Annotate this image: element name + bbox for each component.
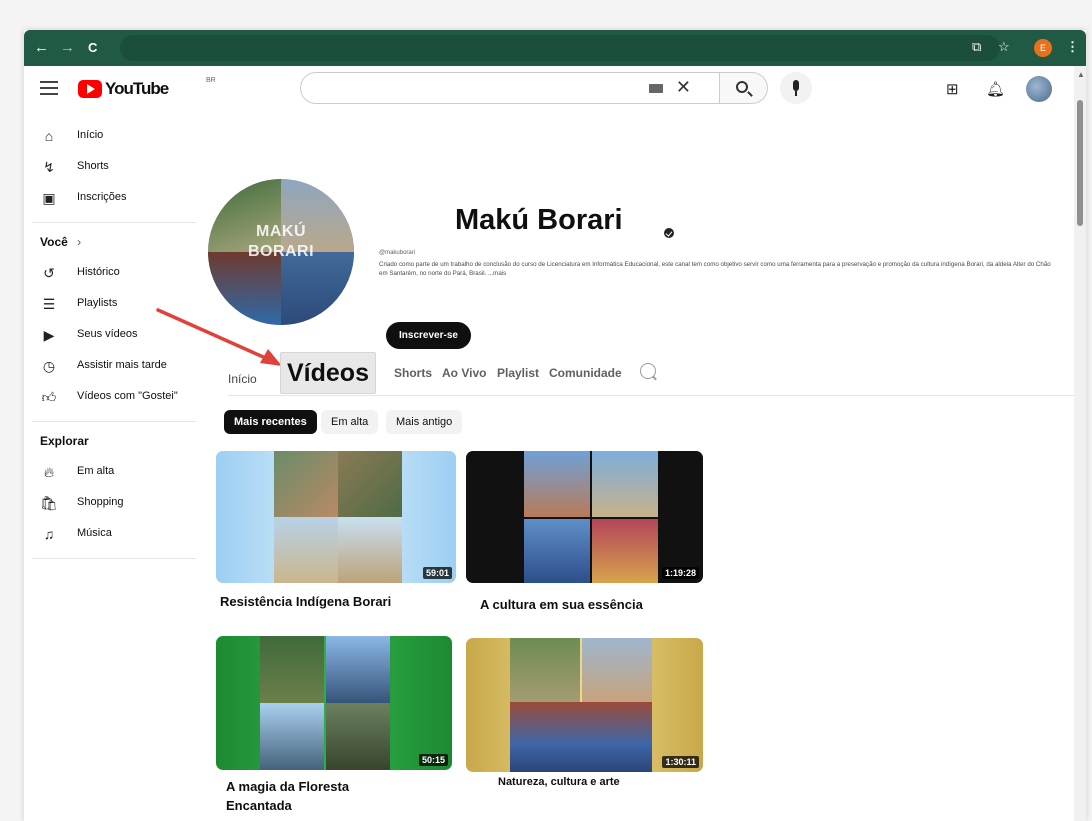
keyboard-icon[interactable] xyxy=(649,84,663,93)
your-videos-icon: ▶ xyxy=(43,327,55,343)
shopping-icon: 🛍︎ xyxy=(40,495,58,511)
sidebar-item-historico[interactable]: ↺ Histórico xyxy=(24,257,204,288)
logo-text: YouTube xyxy=(105,79,169,98)
tab-comunidade[interactable]: Comunidade xyxy=(549,366,622,380)
music-icon: ♫ xyxy=(43,526,55,542)
playlists-icon: ☰ xyxy=(42,296,56,312)
video-card[interactable]: 1:19:28 A cultura em sua essência xyxy=(466,451,703,621)
chip-mais-recentes[interactable]: Mais recentes xyxy=(224,410,317,434)
sidebar-item-label: Início xyxy=(77,129,104,141)
video-thumbnail[interactable]: 50:15 xyxy=(216,636,452,770)
sidebar-item-shopping[interactable]: 🛍︎ Shopping xyxy=(24,487,204,518)
account-avatar[interactable] xyxy=(1026,76,1052,102)
bookmark-star-icon[interactable]: ☆ xyxy=(998,39,1010,55)
sidebar-section-explorar: Explorar xyxy=(24,422,204,456)
tab-playlist[interactable]: Playlist xyxy=(497,366,539,380)
youtube-header: YouTube BR ✕ ⊞ 🔔︎ xyxy=(24,66,1074,114)
search-button[interactable] xyxy=(720,72,768,104)
sidebar-item-label: Vídeos com "Gostei" xyxy=(77,390,178,402)
sidebar-item-label: Shopping xyxy=(77,496,124,508)
sidebar-item-label: Playlists xyxy=(77,297,118,309)
avatar-logo-text: BORARI xyxy=(247,243,315,260)
avatar-logo-text: MAKÚ xyxy=(256,223,306,240)
sidebar-item-label: Inscrições xyxy=(77,191,127,203)
sidebar-item-shorts[interactable]: ↯ Shorts xyxy=(24,151,204,182)
reload-icon[interactable]: C xyxy=(88,39,97,57)
search-input[interactable] xyxy=(315,79,635,97)
video-duration: 1:30:11 xyxy=(662,756,699,768)
sidebar-section-voce[interactable]: Você › xyxy=(24,223,204,257)
tab-videos[interactable]: Vídeos xyxy=(280,352,376,394)
video-duration: 50:15 xyxy=(418,754,448,766)
notifications-icon[interactable]: 🔔︎ xyxy=(986,80,1005,98)
video-duration: 1:19:28 xyxy=(661,567,699,579)
video-title[interactable]: A cultura em sua essência xyxy=(480,597,705,612)
home-icon: ⌂ xyxy=(44,128,54,144)
history-icon: ↺ xyxy=(43,265,55,281)
video-thumbnail[interactable]: 59:01 xyxy=(216,451,456,583)
tab-shorts[interactable]: Shorts xyxy=(394,366,432,380)
browser-toolbar: ← → C ⧉ ☆ E ⋮ xyxy=(24,30,1086,66)
sidebar-item-label: Seus vídeos xyxy=(77,328,138,340)
sidebar-item-inicio[interactable]: ⌂ Início xyxy=(24,120,204,151)
shorts-icon: ↯ xyxy=(43,159,55,175)
browser-profile-icon[interactable]: E xyxy=(1034,39,1052,57)
page-scrollbar[interactable]: ▲ xyxy=(1074,66,1086,821)
sidebar-item-musica[interactable]: ♫ Música xyxy=(24,518,204,549)
subscriptions-icon: ▣ xyxy=(42,190,56,206)
watch-later-icon: ◷ xyxy=(42,358,56,374)
search-box[interactable]: ✕ xyxy=(300,72,720,104)
video-thumbnail[interactable]: 1:30:11 xyxy=(466,638,703,772)
mic-icon xyxy=(793,80,799,91)
video-title[interactable]: A magia da Floresta Encantada xyxy=(226,777,386,815)
sidebar-item-em-alta[interactable]: 🔥︎ Em alta xyxy=(24,456,204,487)
video-card[interactable]: 50:15 A magia da Floresta Encantada xyxy=(216,636,452,816)
create-icon[interactable]: ⊞ xyxy=(946,80,959,98)
trending-icon: 🔥︎ xyxy=(43,464,55,480)
forward-icon[interactable]: → xyxy=(60,39,75,57)
scroll-up-icon[interactable]: ▲ xyxy=(1077,70,1085,79)
channel-name: Makú Borari xyxy=(455,204,623,236)
channel-search-icon[interactable] xyxy=(640,363,656,379)
country-code: BR xyxy=(206,77,216,84)
channel-description[interactable]: Criado como parte de um trabalho de conc… xyxy=(379,260,1059,278)
verified-icon xyxy=(664,228,674,238)
sidebar-item-label: Shorts xyxy=(77,160,109,172)
search-icon xyxy=(736,81,748,93)
video-duration: 59:01 xyxy=(422,567,452,579)
back-icon[interactable]: ← xyxy=(34,39,49,57)
scrollbar-thumb[interactable] xyxy=(1077,100,1083,226)
chip-mais-antigo[interactable]: Mais antigo xyxy=(386,410,463,434)
channel-tabs: Início Vídeos Shorts Ao Vivo Playlist Co… xyxy=(228,350,1074,396)
cast-icon[interactable]: ⧉ xyxy=(972,39,981,55)
sidebar-item-label: Em alta xyxy=(77,465,115,477)
section-heading: Explorar xyxy=(40,434,89,448)
chip-em-alta[interactable]: Em alta xyxy=(321,410,379,434)
tab-ao-vivo[interactable]: Ao Vivo xyxy=(442,366,486,380)
youtube-play-icon xyxy=(78,80,102,98)
sidebar-divider xyxy=(32,558,196,559)
video-thumbnail[interactable]: 1:19:28 xyxy=(466,451,703,583)
video-title[interactable]: Natureza, cultura e arte xyxy=(498,776,698,788)
sidebar-item-label: Histórico xyxy=(77,266,120,278)
browser-menu-icon[interactable]: ⋮ xyxy=(1066,39,1079,55)
sidebar-item-gostei[interactable]: 👍︎ Vídeos com "Gostei" xyxy=(24,381,204,412)
clear-icon[interactable]: ✕ xyxy=(676,77,691,98)
subscribe-button[interactable]: Inscrever-se xyxy=(386,322,471,349)
sidebar-item-inscricoes[interactable]: ▣ Inscrições xyxy=(24,182,204,213)
sidebar-item-label: Música xyxy=(77,527,112,539)
browser-window: ← → C ⧉ ☆ E ⋮ YouTube BR ✕ ⊞ 🔔︎ ▲ ⌂ Iníc… xyxy=(24,30,1086,821)
section-heading: Você xyxy=(40,235,68,249)
video-title[interactable]: Resistência Indígena Borari xyxy=(220,594,460,609)
tab-inicio[interactable]: Início xyxy=(228,372,257,386)
like-icon: 👍︎ xyxy=(41,389,57,405)
chevron-right-icon: › xyxy=(77,235,82,249)
video-card[interactable]: 1:30:11 Natureza, cultura e arte xyxy=(466,638,703,808)
video-card[interactable]: 59:01 Resistência Indígena Borari xyxy=(216,451,456,621)
menu-icon[interactable] xyxy=(40,81,58,95)
channel-handle: @makuborari xyxy=(379,250,416,256)
voice-search-button[interactable] xyxy=(780,72,812,104)
address-bar[interactable] xyxy=(120,35,1000,61)
